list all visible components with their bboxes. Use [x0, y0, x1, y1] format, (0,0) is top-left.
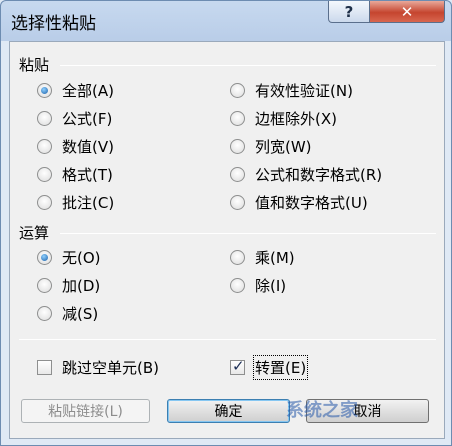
- option-label: 列宽(W): [255, 138, 312, 156]
- radio-icon[interactable]: [230, 250, 245, 265]
- operation-group-separator: [60, 233, 436, 234]
- radio-checked-icon[interactable]: [37, 83, 52, 98]
- paste-link-button[interactable]: 粘贴链接(L): [21, 399, 150, 423]
- paste-option-formulas[interactable]: 公式(F): [37, 108, 112, 129]
- radio-icon[interactable]: [37, 111, 52, 126]
- radio-icon[interactable]: [230, 167, 245, 182]
- paste-group-separator: [60, 65, 436, 66]
- option-label: 数值(V): [62, 138, 114, 156]
- paste-option-comments[interactable]: 批注(C): [37, 192, 114, 213]
- checkbox-checked-icon[interactable]: [230, 357, 245, 375]
- radio-icon[interactable]: [230, 278, 245, 293]
- skip-blanks-checkbox[interactable]: 跳过空单元(B): [37, 357, 159, 378]
- radio-icon[interactable]: [230, 195, 245, 210]
- title-bar[interactable]: 选择性粘贴 ? ✕: [1, 1, 451, 41]
- paste-option-all[interactable]: 全部(A): [37, 80, 114, 101]
- dialog-title: 选择性粘贴: [11, 14, 96, 34]
- operation-option-add[interactable]: 加(D): [37, 275, 100, 296]
- radio-icon[interactable]: [230, 111, 245, 126]
- dialog-body: 粘贴 全部(A) 公式(F) 数值(V) 格式(T) 批注(C) 有效性验证(N…: [9, 41, 445, 439]
- option-label: 有效性验证(N): [255, 82, 353, 100]
- radio-checked-icon[interactable]: [37, 250, 52, 265]
- radio-icon[interactable]: [37, 195, 52, 210]
- help-button[interactable]: ?: [328, 1, 370, 23]
- checkbox-label: 转置(E): [252, 355, 309, 380]
- radio-icon[interactable]: [37, 139, 52, 154]
- close-button[interactable]: ✕: [369, 1, 445, 23]
- option-label: 全部(A): [62, 82, 114, 100]
- option-label: 加(D): [62, 277, 101, 295]
- paste-option-formats[interactable]: 格式(T): [37, 164, 113, 185]
- operation-option-divide[interactable]: 除(I): [230, 275, 286, 296]
- ok-button[interactable]: 确定: [167, 399, 290, 423]
- radio-icon[interactable]: [230, 139, 245, 154]
- option-label: 乘(M): [255, 249, 295, 267]
- checkbox-icon[interactable]: [37, 360, 52, 375]
- help-icon: ?: [344, 2, 354, 21]
- paste-special-dialog: 选择性粘贴 ? ✕ 粘贴 全部(A) 公式(F) 数值(V) 格式(T) 批注(…: [0, 0, 452, 446]
- operation-option-none[interactable]: 无(O): [37, 247, 101, 268]
- paste-option-validation[interactable]: 有效性验证(N): [230, 80, 353, 101]
- paste-group-label: 粘贴: [19, 56, 50, 74]
- site-watermark: 系统之家: [286, 400, 358, 421]
- option-label: 公式和数字格式(R): [255, 166, 383, 184]
- operation-option-multiply[interactable]: 乘(M): [230, 247, 295, 268]
- operation-option-subtract[interactable]: 减(S): [37, 303, 98, 324]
- option-label: 格式(T): [62, 166, 113, 184]
- option-label: 减(S): [62, 305, 99, 323]
- option-label: 批注(C): [62, 194, 115, 212]
- paste-option-all-except-borders[interactable]: 边框除外(X): [230, 108, 337, 129]
- radio-icon[interactable]: [37, 278, 52, 293]
- paste-option-column-widths[interactable]: 列宽(W): [230, 136, 312, 157]
- option-label: 公式(F): [62, 110, 113, 128]
- option-label: 边框除外(X): [255, 110, 337, 128]
- option-label: 值和数字格式(U): [255, 194, 368, 212]
- transpose-checkbox[interactable]: 转置(E): [230, 355, 309, 380]
- paste-option-values[interactable]: 数值(V): [37, 136, 114, 157]
- radio-icon[interactable]: [230, 83, 245, 98]
- close-icon: ✕: [400, 2, 414, 21]
- option-label: 无(O): [62, 249, 101, 267]
- radio-icon[interactable]: [37, 167, 52, 182]
- options-separator: [19, 339, 436, 340]
- radio-icon[interactable]: [37, 306, 52, 321]
- option-label: 除(I): [255, 277, 287, 295]
- checkbox-label: 跳过空单元(B): [62, 359, 159, 377]
- paste-option-formulas-number-formats[interactable]: 公式和数字格式(R): [230, 164, 382, 185]
- operation-group-label: 运算: [19, 224, 50, 242]
- paste-option-values-number-formats[interactable]: 值和数字格式(U): [230, 192, 368, 213]
